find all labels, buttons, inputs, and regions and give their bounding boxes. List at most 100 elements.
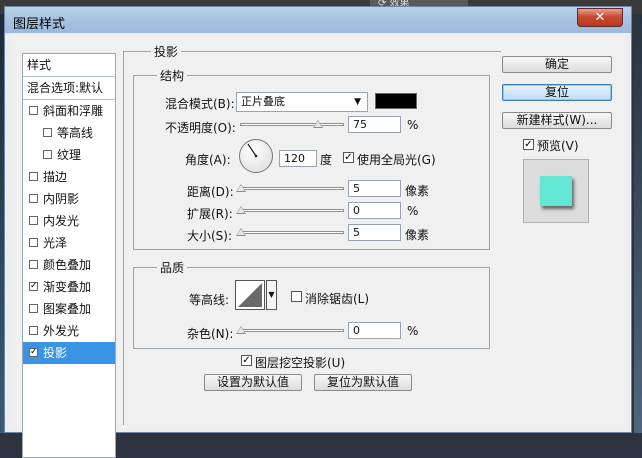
style-list-header[interactable]: 样式	[23, 54, 115, 77]
spread-input[interactable]: 0	[348, 202, 401, 219]
style-item-label: 描边	[43, 170, 68, 184]
blend-mode-select[interactable]: 正片叠底 ▼	[236, 92, 368, 112]
style-item-checkbox[interactable]	[29, 194, 38, 203]
style-item[interactable]: 图案叠加	[23, 298, 115, 320]
opacity-slider-track[interactable]	[240, 123, 344, 126]
style-item-label: 等高线	[57, 126, 94, 140]
style-item-label: 内阴影	[43, 192, 80, 206]
style-item-checkbox[interactable]	[43, 128, 52, 137]
size-unit: 像素	[405, 228, 430, 242]
style-item-label: 颜色叠加	[43, 258, 92, 272]
preview-checkbox[interactable]: ✓	[523, 139, 534, 150]
angle-dial[interactable]	[239, 139, 273, 173]
anti-alias-label: 消除锯齿(L)	[305, 292, 370, 306]
style-item-checkbox[interactable]: ✓	[29, 282, 38, 291]
style-item[interactable]: 光泽	[23, 232, 115, 254]
background-right-edge	[634, 14, 642, 433]
style-item-label: 内发光	[43, 214, 80, 228]
distance-unit: 像素	[405, 184, 430, 198]
contour-dropdown[interactable]: ▼	[266, 280, 277, 310]
opacity-input[interactable]: 75	[348, 116, 401, 133]
checkmark-icon: ✓	[344, 152, 353, 163]
spread-label: 扩展(R):	[187, 207, 233, 221]
quality-group-title: 品质	[157, 259, 188, 276]
angle-input[interactable]: 120	[279, 150, 317, 167]
blend-mode-label: 混合模式(B):	[165, 97, 235, 111]
style-item-label: 外发光	[43, 324, 80, 338]
preview-label: 预览(V)	[537, 139, 579, 153]
style-item-checkbox[interactable]	[29, 326, 38, 335]
style-item[interactable]: 颜色叠加	[23, 254, 115, 276]
reset-default-button[interactable]: 复位为默认值	[314, 374, 412, 391]
style-item-checkbox[interactable]	[29, 106, 38, 115]
style-list-blend-options[interactable]: 混合选项:默认	[23, 77, 115, 100]
noise-unit: %	[407, 324, 419, 338]
make-default-button[interactable]: 设置为默认值	[204, 374, 302, 391]
style-item[interactable]: 内发光	[23, 210, 115, 232]
style-item-checkbox[interactable]	[29, 304, 38, 313]
distance-input[interactable]: 5	[348, 180, 401, 197]
ok-button[interactable]: 确定	[502, 56, 612, 73]
size-label: 大小(S):	[187, 229, 233, 243]
distance-label: 距离(D):	[187, 185, 234, 199]
noise-slider-track[interactable]	[240, 329, 344, 332]
style-item[interactable]: 外发光	[23, 320, 115, 342]
style-item[interactable]: ✓ 渐变叠加	[23, 276, 115, 298]
dialog-body: 样式 混合选项:默认 斜面和浮雕等高线纹理描边内阴影内发光光泽颜色叠加 ✓ 渐变叠加…	[11, 33, 625, 458]
contour-preview[interactable]	[235, 280, 265, 310]
opacity-slider-thumb[interactable]	[313, 120, 323, 128]
style-item[interactable]: 斜面和浮雕	[23, 100, 115, 122]
spread-slider-track[interactable]	[240, 209, 344, 212]
knockout-label: 图层挖空投影(U)	[255, 356, 346, 370]
distance-slider-track[interactable]	[240, 187, 344, 190]
new-style-button[interactable]: 新建样式(W)...	[502, 112, 612, 129]
style-item-checkbox[interactable]	[29, 260, 38, 269]
style-item[interactable]: 纹理	[23, 144, 115, 166]
style-item[interactable]: 描边	[23, 166, 115, 188]
style-item-label: 光泽	[43, 236, 68, 250]
style-item-checkbox[interactable]: ✓	[29, 348, 38, 357]
checkmark-icon: ✓	[524, 139, 533, 150]
noise-label: 杂色(N):	[187, 327, 234, 341]
style-item[interactable]: 等高线	[23, 122, 115, 144]
close-icon: ✕	[594, 10, 606, 25]
style-item[interactable]: 内阴影	[23, 188, 115, 210]
style-item-checkbox[interactable]	[43, 150, 52, 159]
style-item-label: 斜面和浮雕	[43, 104, 104, 118]
spread-slider-thumb[interactable]	[236, 206, 246, 214]
opacity-unit: %	[407, 118, 419, 132]
global-light-label: 使用全局光(G)	[357, 153, 436, 167]
noise-input[interactable]: 0	[348, 322, 401, 339]
style-item-label: 纹理	[57, 148, 82, 162]
knockout-checkbox[interactable]: ✓	[241, 355, 252, 366]
global-light-checkbox[interactable]: ✓	[343, 152, 354, 163]
drop-shadow-section-title: 投影	[151, 43, 182, 60]
dialog-title: 图层样式	[13, 17, 66, 32]
shadow-color-swatch[interactable]	[375, 93, 417, 109]
style-item-label: 渐变叠加	[43, 280, 92, 294]
size-slider-track[interactable]	[240, 231, 344, 234]
chevron-down-icon: ▼	[268, 290, 275, 299]
style-list: 样式 混合选项:默认 斜面和浮雕等高线纹理描边内阴影内发光光泽颜色叠加 ✓ 渐变叠加…	[22, 53, 116, 458]
distance-slider-thumb[interactable]	[236, 184, 246, 192]
style-item-label: 图案叠加	[43, 302, 92, 316]
style-item[interactable]: ✓ 投影	[23, 342, 115, 364]
angle-label: 角度(A):	[185, 153, 231, 167]
layer-style-dialog: 图层样式 ✕ 样式 混合选项:默认 斜面和浮雕等高线纹理描边内阴影内发光光泽颜色…	[4, 6, 632, 458]
anti-alias-checkbox[interactable]	[291, 291, 302, 302]
contour-curve-icon	[238, 283, 262, 307]
close-button[interactable]: ✕	[577, 8, 623, 27]
style-item-checkbox[interactable]	[29, 216, 38, 225]
noise-slider-thumb[interactable]	[236, 326, 246, 334]
preview-box	[523, 159, 589, 223]
style-item-checkbox[interactable]	[29, 238, 38, 247]
reset-button[interactable]: 复位	[502, 84, 612, 101]
style-item-label: 投影	[43, 346, 68, 360]
spread-unit: %	[407, 204, 419, 218]
preview-swatch	[540, 176, 572, 206]
size-slider-thumb[interactable]	[236, 228, 246, 236]
title-bar[interactable]: 图层样式 ✕	[5, 7, 631, 33]
size-input[interactable]: 5	[348, 224, 401, 241]
structure-group-title: 结构	[157, 67, 188, 84]
style-item-checkbox[interactable]	[29, 172, 38, 181]
